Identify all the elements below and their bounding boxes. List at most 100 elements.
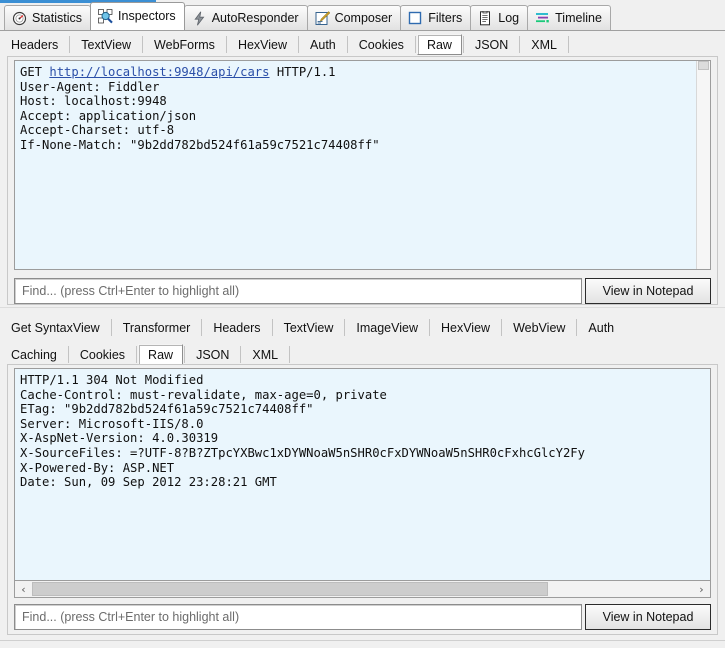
response-tab-raw-label: Raw bbox=[148, 347, 174, 362]
response-tab-cookies-label: Cookies bbox=[79, 347, 126, 362]
tab-statistics[interactable]: Statistics bbox=[4, 5, 92, 30]
request-raw-content: GET http://localhost:9948/api/cars HTTP/… bbox=[15, 61, 696, 269]
response-tab-xml[interactable]: XML bbox=[242, 344, 288, 365]
window-bottom-filler bbox=[0, 640, 725, 648]
tab-inspectors-label: Inspectors bbox=[118, 9, 176, 24]
request-tab-json[interactable]: JSON bbox=[465, 34, 518, 55]
request-tab-xml[interactable]: XML bbox=[521, 34, 567, 55]
separator bbox=[69, 36, 71, 53]
request-view-in-notepad-label: View in Notepad bbox=[602, 284, 694, 298]
scroll-right-icon[interactable]: › bbox=[693, 581, 710, 597]
request-tab-auth[interactable]: Auth bbox=[300, 34, 346, 55]
tab-timeline[interactable]: Timeline bbox=[527, 5, 611, 30]
response-horizontal-scrollbar[interactable]: ‹ › bbox=[14, 581, 711, 598]
autoresponder-icon bbox=[192, 11, 207, 26]
composer-icon bbox=[315, 10, 330, 26]
request-tab-textview-label: TextView bbox=[81, 37, 132, 52]
response-tab-webview-label: WebView bbox=[513, 320, 566, 335]
fiddler-inspectors-window: Statistics Inspectors AutoResponder Comp… bbox=[0, 0, 725, 648]
tab-inspectors[interactable]: Inspectors bbox=[90, 2, 185, 30]
separator bbox=[462, 36, 464, 53]
scroll-left-icon[interactable]: ‹ bbox=[15, 581, 32, 597]
tab-filters-label: Filters bbox=[428, 10, 463, 25]
request-tab-row: Headers TextView WebForms HexView Auth C… bbox=[0, 31, 725, 58]
separator bbox=[110, 319, 112, 336]
request-tab-cookies[interactable]: Cookies bbox=[349, 34, 414, 55]
main-tab-strip: Statistics Inspectors AutoResponder Comp… bbox=[0, 2, 725, 31]
response-tab-imageview[interactable]: ImageView bbox=[346, 317, 428, 338]
request-tab-raw-label: Raw bbox=[426, 37, 452, 52]
response-tab-transformer-label: Transformer bbox=[122, 320, 191, 335]
response-hscroll-track[interactable] bbox=[32, 581, 693, 597]
separator bbox=[67, 346, 69, 363]
statistics-icon bbox=[12, 11, 27, 26]
response-tab-cookies[interactable]: Cookies bbox=[70, 344, 135, 365]
separator bbox=[346, 36, 348, 53]
request-tab-hexview-label: HexView bbox=[237, 37, 288, 52]
response-tab-webview[interactable]: WebView bbox=[503, 317, 575, 338]
request-tab-raw[interactable]: Raw bbox=[416, 34, 462, 55]
separator bbox=[344, 319, 346, 336]
response-tab-textview-label: TextView bbox=[283, 320, 334, 335]
request-header-lines: User-Agent: Fiddler Host: localhost:9948… bbox=[20, 79, 380, 152]
response-tab-headers[interactable]: Headers bbox=[203, 317, 270, 338]
response-tab-raw[interactable]: Raw bbox=[138, 344, 184, 365]
separator bbox=[501, 319, 503, 336]
request-tab-hexview[interactable]: HexView bbox=[228, 34, 297, 55]
response-headers-text: HTTP/1.1 304 Not Modified Cache-Control:… bbox=[20, 373, 585, 490]
separator bbox=[225, 36, 227, 53]
request-tab-xml-label: XML bbox=[531, 37, 557, 52]
tab-statistics-label: Statistics bbox=[32, 10, 83, 25]
request-scroll-thumb[interactable] bbox=[698, 61, 709, 70]
response-view-in-notepad-button[interactable]: View in Notepad bbox=[585, 604, 711, 630]
tab-log[interactable]: Log bbox=[470, 5, 529, 30]
request-find-input[interactable]: Find... (press Ctrl+Enter to highlight a… bbox=[14, 278, 582, 304]
response-find-input[interactable]: Find... (press Ctrl+Enter to highlight a… bbox=[14, 604, 582, 630]
response-tab-get-syntaxview[interactable]: Get SyntaxView bbox=[1, 317, 110, 338]
request-url-link[interactable]: http://localhost:9948/api/cars bbox=[49, 65, 269, 79]
response-find-placeholder: Find... (press Ctrl+Enter to highlight a… bbox=[22, 610, 240, 624]
response-tab-auth[interactable]: Auth bbox=[578, 317, 624, 338]
request-tab-textview[interactable]: TextView bbox=[71, 34, 141, 55]
response-tab-json[interactable]: JSON bbox=[186, 344, 239, 365]
tab-filters[interactable]: Filters bbox=[400, 5, 472, 30]
response-tab-hexview[interactable]: HexView bbox=[431, 317, 500, 338]
tab-timeline-label: Timeline bbox=[555, 10, 602, 25]
request-tab-headers-label: Headers bbox=[11, 37, 59, 52]
request-tab-headers[interactable]: Headers bbox=[1, 34, 68, 55]
request-raw-textarea[interactable]: GET http://localhost:9948/api/cars HTTP/… bbox=[14, 60, 711, 270]
inspectors-icon bbox=[98, 9, 113, 24]
response-tab-json-label: JSON bbox=[196, 347, 230, 362]
separator bbox=[568, 36, 569, 53]
response-tab-get-syntaxview-label: Get SyntaxView bbox=[11, 320, 100, 335]
response-tab-imageview-label: ImageView bbox=[356, 320, 418, 335]
separator bbox=[428, 319, 430, 336]
request-method-line-prefix: GET bbox=[20, 65, 50, 79]
request-tab-webforms[interactable]: WebForms bbox=[144, 34, 225, 55]
response-tab-auth-label: Auth bbox=[588, 320, 615, 335]
tab-composer-label: Composer bbox=[334, 10, 393, 25]
response-tab-row-1: Get SyntaxView Transformer Headers TextV… bbox=[0, 314, 725, 341]
request-view-in-notepad-button[interactable]: View in Notepad bbox=[585, 278, 711, 304]
response-tab-textview[interactable]: TextView bbox=[274, 317, 344, 338]
response-hscroll-thumb[interactable] bbox=[32, 582, 548, 596]
request-tab-json-label: JSON bbox=[474, 37, 509, 52]
request-find-placeholder: Find... (press Ctrl+Enter to highlight a… bbox=[22, 284, 240, 298]
separator bbox=[142, 36, 144, 53]
response-tab-transformer[interactable]: Transformer bbox=[113, 317, 201, 338]
request-headers-text: GET http://localhost:9948/api/cars HTTP/… bbox=[20, 65, 696, 153]
request-tab-webforms-label: WebForms bbox=[154, 37, 215, 52]
response-tab-row-2: Caching Cookies Raw JSON XML bbox=[0, 341, 725, 368]
response-tab-xml-label: XML bbox=[252, 347, 279, 362]
response-tab-caching[interactable]: Caching bbox=[1, 344, 67, 365]
tab-composer[interactable]: Composer bbox=[306, 5, 402, 30]
response-raw-content: HTTP/1.1 304 Not Modified Cache-Control:… bbox=[15, 369, 710, 580]
filters-icon bbox=[408, 11, 423, 26]
tab-autoresponder-label: AutoResponder bbox=[211, 10, 299, 25]
response-raw-textarea[interactable]: HTTP/1.1 304 Not Modified Cache-Control:… bbox=[14, 368, 711, 581]
response-view-in-notepad-label: View in Notepad bbox=[602, 610, 694, 624]
tab-autoresponder[interactable]: AutoResponder bbox=[183, 5, 308, 30]
request-vertical-scrollbar[interactable] bbox=[696, 61, 710, 269]
panel-splitter[interactable] bbox=[0, 307, 725, 314]
response-tab-caching-label: Caching bbox=[11, 347, 57, 362]
